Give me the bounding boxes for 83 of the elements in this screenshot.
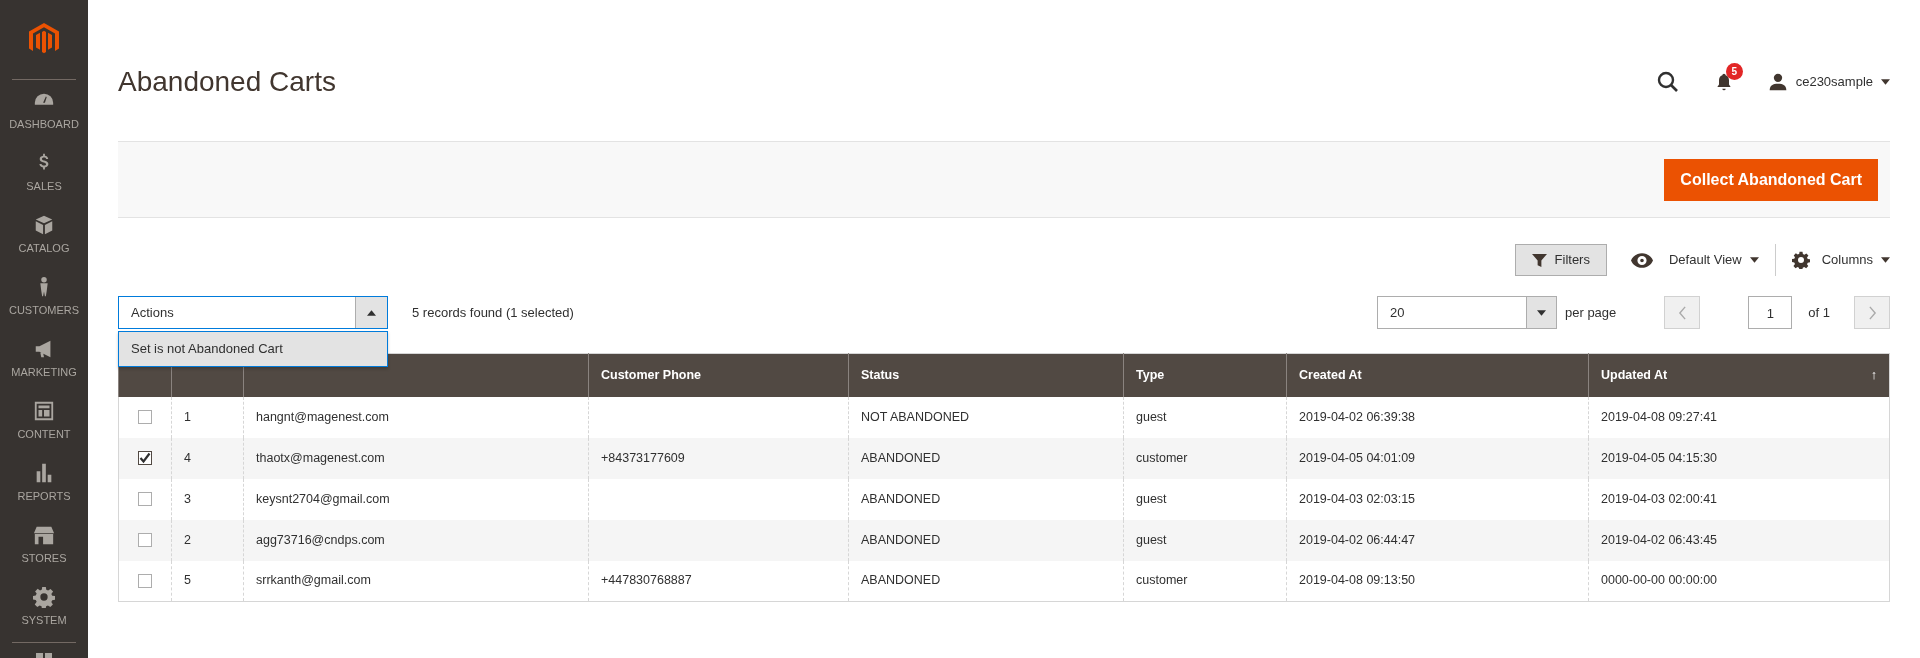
- previous-page-button[interactable]: [1664, 296, 1701, 329]
- nav-item-label[interactable]: REPORTS: [17, 487, 71, 505]
- table-cell: 1: [184, 409, 191, 424]
- table-cell: ABANDONED: [861, 491, 941, 506]
- row-checkbox[interactable]: [138, 410, 152, 425]
- row-checkbox[interactable]: [138, 574, 152, 589]
- chevron-right-icon: [1867, 305, 1877, 320]
- table-cell: 2019-04-08 09:13:50: [1299, 573, 1416, 588]
- column-header[interactable]: Customer Phone: [601, 365, 701, 385]
- table-cell: hangnt@magenest.com: [256, 409, 389, 424]
- table-cell: 0000-00-00 00:00:00: [1601, 573, 1718, 588]
- table-cell: 2019-04-02 06:43:45: [1601, 532, 1718, 547]
- funnel-icon: [1531, 252, 1547, 268]
- user-menu[interactable]: ce230sample: [1767, 71, 1890, 92]
- nav-item-label[interactable]: CONTENT: [17, 425, 71, 443]
- table-cell: keysnt2704@gmail.com: [256, 491, 390, 506]
- search-icon: [1655, 69, 1680, 94]
- table-cell: 2019-04-05 04:15:30: [1601, 450, 1718, 465]
- table-cell: customer: [1136, 450, 1188, 465]
- row-checkbox[interactable]: [138, 451, 152, 466]
- table-cell: guest: [1136, 409, 1167, 424]
- table-cell: guest: [1136, 491, 1167, 506]
- user-name: ce230sample: [1795, 72, 1873, 91]
- chevron-left-icon: [1677, 305, 1687, 320]
- table-cell: 2019-04-02 06:39:38: [1299, 409, 1416, 424]
- view-dropdown[interactable]: Default View: [1630, 244, 1776, 276]
- box-icon: [33, 213, 55, 236]
- page-total: of 1: [1808, 303, 1830, 322]
- eye-icon: [1630, 252, 1653, 268]
- table-cell: ABANDONED: [861, 532, 941, 547]
- user-icon: [1767, 71, 1788, 92]
- row-checkbox[interactable]: [138, 533, 152, 548]
- table-cell: 3: [184, 491, 191, 506]
- table-cell: 4: [184, 450, 191, 465]
- column-header[interactable]: Type: [1136, 365, 1165, 385]
- table-cell: NOT ABANDONED: [861, 409, 970, 424]
- table-cell: 2019-04-05 04:01:09: [1299, 450, 1416, 465]
- menu-item[interactable]: Set is not Abandoned Cart: [131, 341, 283, 356]
- per-page-select[interactable]: 20: [1377, 296, 1527, 329]
- nav-item-label[interactable]: DASHBOARD: [9, 115, 79, 133]
- page-title: Abandoned Carts: [118, 64, 337, 99]
- next-page-button[interactable]: [1854, 296, 1890, 329]
- nav-item-label[interactable]: SALES: [26, 177, 62, 195]
- gear-icon: [1791, 251, 1810, 269]
- table-cell: thaotx@magenest.com: [256, 450, 385, 465]
- table-cell: +447830768887: [601, 573, 692, 588]
- table-cell: 2019-04-03 02:00:41: [1601, 491, 1718, 506]
- table-cell: 2: [184, 532, 191, 547]
- columns-dropdown[interactable]: Columns: [1791, 250, 1890, 270]
- table-cell: customer: [1136, 573, 1188, 588]
- table-cell: 2019-04-08 09:27:41: [1601, 409, 1718, 424]
- table-cell: +84373177609: [601, 450, 685, 465]
- per-page-label: per page: [1565, 303, 1617, 322]
- caret-icon: [1881, 78, 1890, 85]
- table-cell: agg73716@cndps.com: [256, 532, 385, 547]
- row-checkbox[interactable]: [138, 492, 152, 507]
- nav-item-label[interactable]: CATALOG: [18, 239, 70, 257]
- records-count: 5 records found (1 selected): [412, 303, 575, 322]
- column-header[interactable]: Updated At: [1601, 365, 1668, 385]
- nav-item-label[interactable]: SYSTEM: [21, 611, 67, 629]
- column-header[interactable]: Status: [861, 365, 900, 385]
- nav-item-label[interactable]: STORES: [21, 549, 67, 567]
- table-cell: 2019-04-02 06:44:47: [1299, 532, 1416, 547]
- page-number-field[interactable]: 1: [1748, 296, 1793, 329]
- column-header[interactable]: Created At: [1299, 365, 1362, 385]
- collect-button[interactable]: Collect Abandoned Cart: [1664, 158, 1878, 201]
- gear-icon: [33, 585, 55, 608]
- caret-icon: [1881, 257, 1890, 263]
- table-cell: 2019-04-03 02:03:15: [1299, 491, 1416, 506]
- caret-icon: [1537, 309, 1546, 316]
- actions-select[interactable]: Actions: [118, 296, 388, 329]
- layout-icon: [33, 399, 55, 422]
- notification-count: 5: [1725, 63, 1743, 81]
- nav-item-label[interactable]: CUSTOMERS: [8, 301, 80, 319]
- sort-indicator: ↑: [1870, 366, 1877, 384]
- table-cell: guest: [1136, 532, 1167, 547]
- table-cell: ABANDONED: [861, 573, 941, 588]
- table-cell: srrkanth@gmail.com: [256, 573, 371, 588]
- nav-item-label[interactable]: MARKETING: [11, 363, 77, 381]
- filters-button[interactable]: Filters: [1514, 244, 1607, 276]
- table-cell: 5: [184, 573, 191, 588]
- caret-icon: [1749, 257, 1759, 263]
- table-cell: ABANDONED: [861, 450, 941, 465]
